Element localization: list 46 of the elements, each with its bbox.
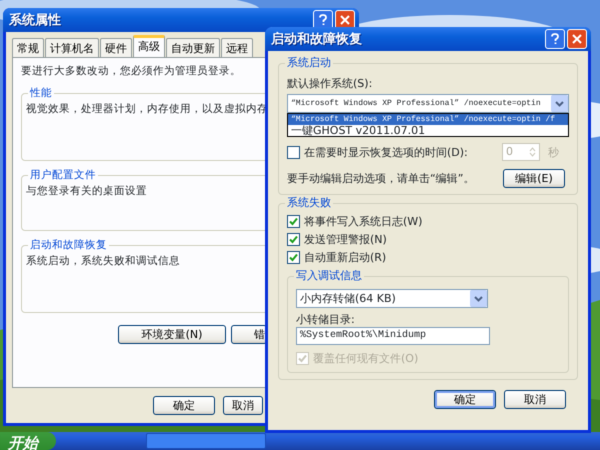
edit-button[interactable]: 编辑(E)	[503, 169, 565, 188]
tab[interactable]: 硬件	[100, 38, 132, 57]
group-description: 系统启动，系统失败和调试信息	[26, 254, 180, 269]
seconds-label: 秒	[548, 144, 559, 160]
dropdown[interactable]: “Microsoft Windows XP Professional” /noexecute=optin	[287, 94, 569, 113]
tab[interactable]: 自动更新	[166, 38, 220, 57]
push-button[interactable]: 取消	[504, 390, 566, 409]
dropdown-option[interactable]: “Microsoft Windows XP Professional” /noexecute=optin /f	[288, 114, 568, 125]
push-button[interactable]: 取消	[223, 396, 263, 415]
close-button[interactable]	[567, 29, 587, 49]
help-button[interactable]	[545, 29, 565, 49]
checkbox-label: 自动重新启动(R)	[304, 250, 386, 265]
notice-text: 要进行大多数改动，您必须作为管理员登录。	[21, 64, 242, 79]
chevron-down-icon	[474, 296, 483, 302]
checkbox-label: 将事件写入系统日志(W)	[304, 214, 422, 229]
close-icon	[340, 15, 350, 25]
dropdown-option[interactable]: 一键GHOST v2011.07.01	[288, 125, 568, 136]
tab[interactable]: 常规	[12, 38, 44, 57]
hint-text: 要手动编辑启动选项，请单击“编辑”。	[287, 171, 474, 186]
question-mark-icon	[318, 14, 328, 26]
tab[interactable]: 远程	[221, 38, 253, 57]
window-title: 系统属性	[9, 12, 62, 28]
dropdown[interactable]: 小内存转储(64 KB)	[296, 289, 488, 308]
checkbox[interactable]	[287, 146, 300, 158]
group-description: 与您登录有关的桌面设置	[26, 184, 147, 199]
tab[interactable]: 高级	[133, 35, 165, 57]
text-field[interactable]: %SystemRoot%\Minidump	[296, 327, 490, 345]
push-button[interactable]: 确定	[434, 390, 496, 409]
field-label: 默认操作系统(S):	[287, 76, 374, 91]
group-title: 写入调试信息	[294, 268, 364, 284]
checkbox[interactable]	[287, 251, 300, 264]
question-mark-icon	[550, 33, 560, 45]
checkbox[interactable]	[287, 215, 300, 228]
push-button[interactable]: 错	[231, 325, 267, 344]
push-button[interactable]: 环境变量(N)	[118, 325, 226, 344]
push-button[interactable]: 确定	[153, 396, 215, 415]
checkbox-label: 发送管理警报(N)	[304, 232, 387, 247]
close-icon	[572, 34, 582, 44]
checkbox[interactable]	[287, 233, 300, 246]
field-label: 小转储目录:	[296, 312, 356, 327]
checkbox-label: 在需要时显示恢复选项的时间(D):	[304, 144, 468, 160]
window-title: 启动和故障恢复	[271, 32, 363, 46]
tab[interactable]: 计算机名	[45, 38, 99, 57]
group-title: 系统失败	[285, 195, 333, 211]
checkbox-label: 覆盖任何现有文件(O)	[313, 351, 418, 366]
chevron-down-icon	[555, 100, 564, 106]
